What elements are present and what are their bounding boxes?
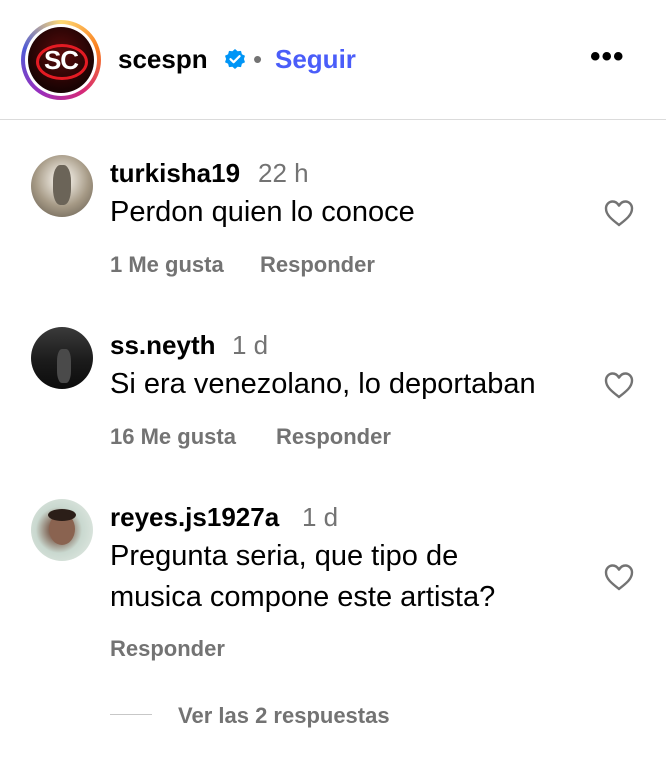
verified-badge-icon — [225, 49, 245, 69]
comment-time: 1 d — [302, 502, 339, 532]
comment-time: 22 h — [258, 158, 309, 188]
replies-divider — [110, 714, 152, 715]
logo-text: SC — [43, 45, 79, 75]
comment-likes[interactable]: 16 Me gusta — [110, 424, 236, 450]
header-separator: • — [253, 44, 263, 74]
heart-icon[interactable] — [603, 562, 635, 592]
reply-button[interactable]: Responder — [260, 252, 375, 278]
comment-text: Perdon quien lo conoce — [110, 192, 415, 233]
follow-button[interactable]: Seguir — [275, 44, 356, 75]
comment-time: 1 d — [232, 330, 269, 360]
post-header: SC scespn • Seguir ••• — [0, 0, 666, 120]
comment-text-line: Si era venezolano, lo deportaban — [110, 368, 536, 400]
reply-button[interactable]: Responder — [110, 636, 225, 662]
comment-username[interactable]: ss.neyth — [110, 330, 216, 361]
comment-text: Si era venezolano, lo deportaban — [110, 364, 536, 405]
avatar-figure — [53, 165, 71, 205]
comment-text-line: Perdon quien lo conoce — [110, 196, 415, 228]
heart-icon[interactable] — [603, 370, 635, 400]
comment-text-line: Pregunta seria, que tipo de — [110, 540, 459, 572]
more-options-icon[interactable]: ••• — [590, 40, 625, 74]
comment-avatar[interactable] — [31, 155, 93, 217]
view-replies-button[interactable]: Ver las 2 respuestas — [178, 703, 390, 729]
comment-avatar[interactable] — [31, 499, 93, 561]
comment-text: Pregunta seria, que tipo de musica compo… — [110, 536, 495, 618]
avatar-figure — [57, 349, 71, 383]
header-username[interactable]: scespn — [118, 44, 208, 75]
comment-text-line: musica compone este artista? — [110, 581, 496, 613]
heart-icon[interactable] — [603, 198, 635, 228]
avatar-border: SC — [25, 24, 97, 96]
reply-button[interactable]: Responder — [276, 424, 391, 450]
comment-username[interactable]: reyes.js1927a — [110, 502, 279, 533]
comment-avatar[interactable] — [31, 327, 93, 389]
comment-username[interactable]: turkisha19 — [110, 158, 240, 189]
profile-avatar-ring[interactable]: SC — [21, 20, 101, 100]
comment-likes[interactable]: 1 Me gusta — [110, 252, 224, 278]
avatar-hair — [48, 509, 76, 521]
scespn-logo: SC — [28, 27, 94, 93]
